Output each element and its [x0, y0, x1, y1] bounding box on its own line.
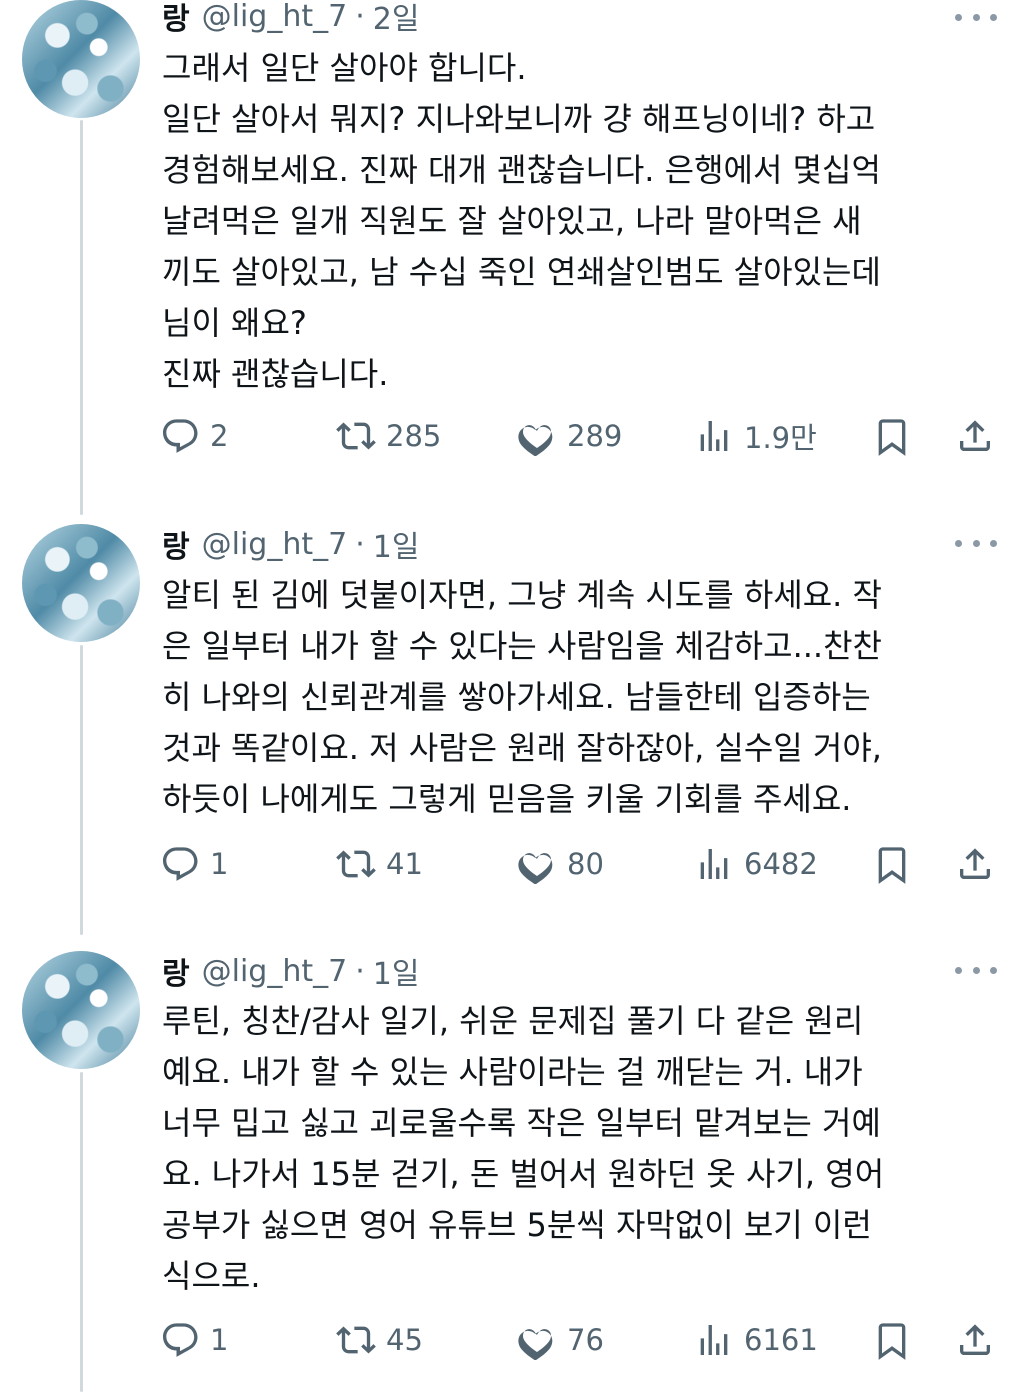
tweet-header: 랑 @lig_ht_7 · 1일: [162, 522, 420, 566]
bookmark-button[interactable]: [872, 414, 912, 458]
like-count: 80: [567, 847, 604, 881]
text-line: 히 나와의 신뢰관계를 쌓아가세요. 남들한테 입증하는: [162, 678, 871, 716]
timestamp[interactable]: 1일: [373, 949, 420, 993]
like-count: 76: [567, 1323, 604, 1357]
share-button[interactable]: [955, 842, 995, 886]
reply-button[interactable]: 1: [160, 842, 228, 886]
like-button[interactable]: 289: [517, 414, 622, 458]
reply-count: 1: [210, 1323, 229, 1357]
reply-icon: [163, 419, 198, 453]
bookmark-icon: [878, 1323, 906, 1360]
tweet-text: 그래서 일단 살아야 합니다. 일단 살아서 뭐지? 지나와보니까 걍 해프닝이…: [162, 43, 992, 400]
reply-icon: [163, 1323, 198, 1357]
text-line: 하듯이 나에게도 그렇게 믿음을 키울 기회를 주세요.: [162, 780, 852, 818]
share-button[interactable]: [955, 414, 995, 458]
tweet[interactable]: 랑 @lig_ht_7 · 1일 루틴, 칭찬/감사 일기, 쉬운 문제집 풀기…: [0, 951, 1024, 1392]
separator: ·: [355, 526, 365, 562]
tweet-header: 랑 @lig_ht_7 · 1일: [162, 949, 420, 993]
bookmark-icon: [878, 847, 906, 884]
tweet[interactable]: 랑 @lig_ht_7 · 2일 그래서 일단 살아야 합니다. 일단 살아서 …: [0, 0, 1024, 500]
display-name[interactable]: 랑: [162, 0, 190, 38]
reply-count: 2: [210, 419, 229, 453]
more-icon[interactable]: [955, 2, 997, 32]
tweet-text: 알티 된 김에 덧붙이자면, 그냥 계속 시도를 하세요. 작 은 일부터 내가…: [162, 570, 992, 825]
view-count: 6482: [744, 847, 818, 881]
text-line: 알티 된 김에 덧붙이자면, 그냥 계속 시도를 하세요. 작: [162, 576, 882, 614]
reply-button[interactable]: 2: [160, 414, 228, 458]
text-line: 것과 똑같이요. 저 사람은 원래 잘하잖아, 실수일 거야,: [162, 729, 882, 767]
user-handle[interactable]: @lig_ht_7: [202, 0, 348, 34]
share-button[interactable]: [955, 1318, 995, 1362]
bookmark-button[interactable]: [872, 842, 912, 886]
text-line: 예요. 내가 할 수 있는 사람이라는 걸 깨닫는 거. 내가: [162, 1053, 863, 1091]
tweet-actions: 2 285 289 1.9만: [160, 414, 1000, 458]
like-count: 289: [567, 419, 623, 453]
retweet-count: 41: [386, 847, 423, 881]
avatar[interactable]: [22, 951, 140, 1069]
timestamp[interactable]: 2일: [373, 0, 420, 38]
bookmark-icon: [878, 419, 906, 456]
text-line: 루틴, 칭찬/감사 일기, 쉬운 문제집 풀기 다 같은 원리: [162, 1002, 864, 1040]
reply-icon: [163, 847, 198, 881]
views-button[interactable]: 6482: [694, 842, 818, 886]
text-line: 일단 살아서 뭐지? 지나와보니까 걍 해프닝이네? 하고: [162, 100, 876, 138]
tweet-text: 루틴, 칭찬/감사 일기, 쉬운 문제집 풀기 다 같은 원리 예요. 내가 할…: [162, 996, 992, 1302]
like-icon: [518, 1329, 553, 1360]
text-line: 식으로.: [162, 1257, 261, 1295]
like-button[interactable]: 80: [517, 842, 604, 886]
separator: ·: [355, 953, 365, 989]
like-icon: [518, 853, 553, 884]
text-line: 경험해보세요. 진짜 대개 괜찮습니다. 은행에서 몇십억: [162, 151, 881, 189]
tweet[interactable]: 랑 @lig_ht_7 · 1일 알티 된 김에 덧붙이자면, 그냥 계속 시도…: [0, 524, 1024, 924]
reply-count: 1: [210, 847, 229, 881]
text-line: 은 일부터 내가 할 수 있다는 사람임을 체감하고...찬찬: [162, 627, 882, 665]
tweet-actions: 1 41 80 6482: [160, 842, 1000, 886]
more-icon[interactable]: [955, 528, 997, 558]
share-icon: [960, 848, 990, 879]
text-line: 너무 밉고 싫고 괴로울수록 작은 일부터 맡겨보는 거예: [162, 1104, 881, 1142]
display-name[interactable]: 랑: [162, 949, 190, 993]
more-icon[interactable]: [955, 955, 997, 985]
views-icon: [700, 849, 728, 879]
retweet-count: 45: [386, 1323, 423, 1357]
retweet-button[interactable]: 45: [336, 1318, 423, 1362]
view-count: 6161: [744, 1323, 818, 1357]
text-line: 님이 왜요?: [162, 304, 307, 342]
avatar[interactable]: [22, 0, 140, 118]
user-handle[interactable]: @lig_ht_7: [202, 527, 348, 562]
avatar[interactable]: [22, 524, 140, 642]
separator: ·: [355, 0, 365, 34]
share-icon: [960, 420, 990, 451]
user-handle[interactable]: @lig_ht_7: [202, 954, 348, 989]
share-icon: [960, 1324, 990, 1355]
views-button[interactable]: 6161: [694, 1318, 818, 1362]
retweet-icon: [336, 422, 376, 450]
display-name[interactable]: 랑: [162, 522, 190, 566]
text-line: 그래서 일단 살아야 합니다.: [162, 49, 527, 87]
timestamp[interactable]: 1일: [373, 522, 420, 566]
text-line: 진짜 괜찮습니다.: [162, 355, 389, 393]
tweet-header: 랑 @lig_ht_7 · 2일: [162, 0, 420, 38]
reply-button[interactable]: 1: [160, 1318, 228, 1362]
views-button[interactable]: 1.9만: [694, 414, 817, 458]
text-line: 공부가 싫으면 영어 유튜브 5분씩 자막없이 보기 이런: [162, 1206, 872, 1244]
retweet-count: 285: [386, 419, 442, 453]
retweet-button[interactable]: 285: [336, 414, 441, 458]
like-icon: [518, 425, 553, 456]
views-icon: [700, 1325, 728, 1355]
text-line: 요. 나가서 15분 걷기, 돈 벌어서 원하던 옷 사기, 영어: [162, 1155, 885, 1193]
retweet-icon: [336, 850, 376, 878]
retweet-icon: [336, 1326, 376, 1354]
tweet-actions: 1 45 76 6161: [160, 1318, 1000, 1362]
views-icon: [700, 421, 728, 451]
text-line: 날려먹은 일개 직원도 잘 살아있고, 나라 말아먹은 새: [162, 202, 862, 240]
view-count: 1.9만: [744, 421, 817, 455]
bookmark-button[interactable]: [872, 1318, 912, 1362]
text-line: 끼도 살아있고, 남 수십 죽인 연쇄살인범도 살아있는데: [162, 253, 881, 291]
retweet-button[interactable]: 41: [336, 842, 423, 886]
like-button[interactable]: 76: [517, 1318, 604, 1362]
